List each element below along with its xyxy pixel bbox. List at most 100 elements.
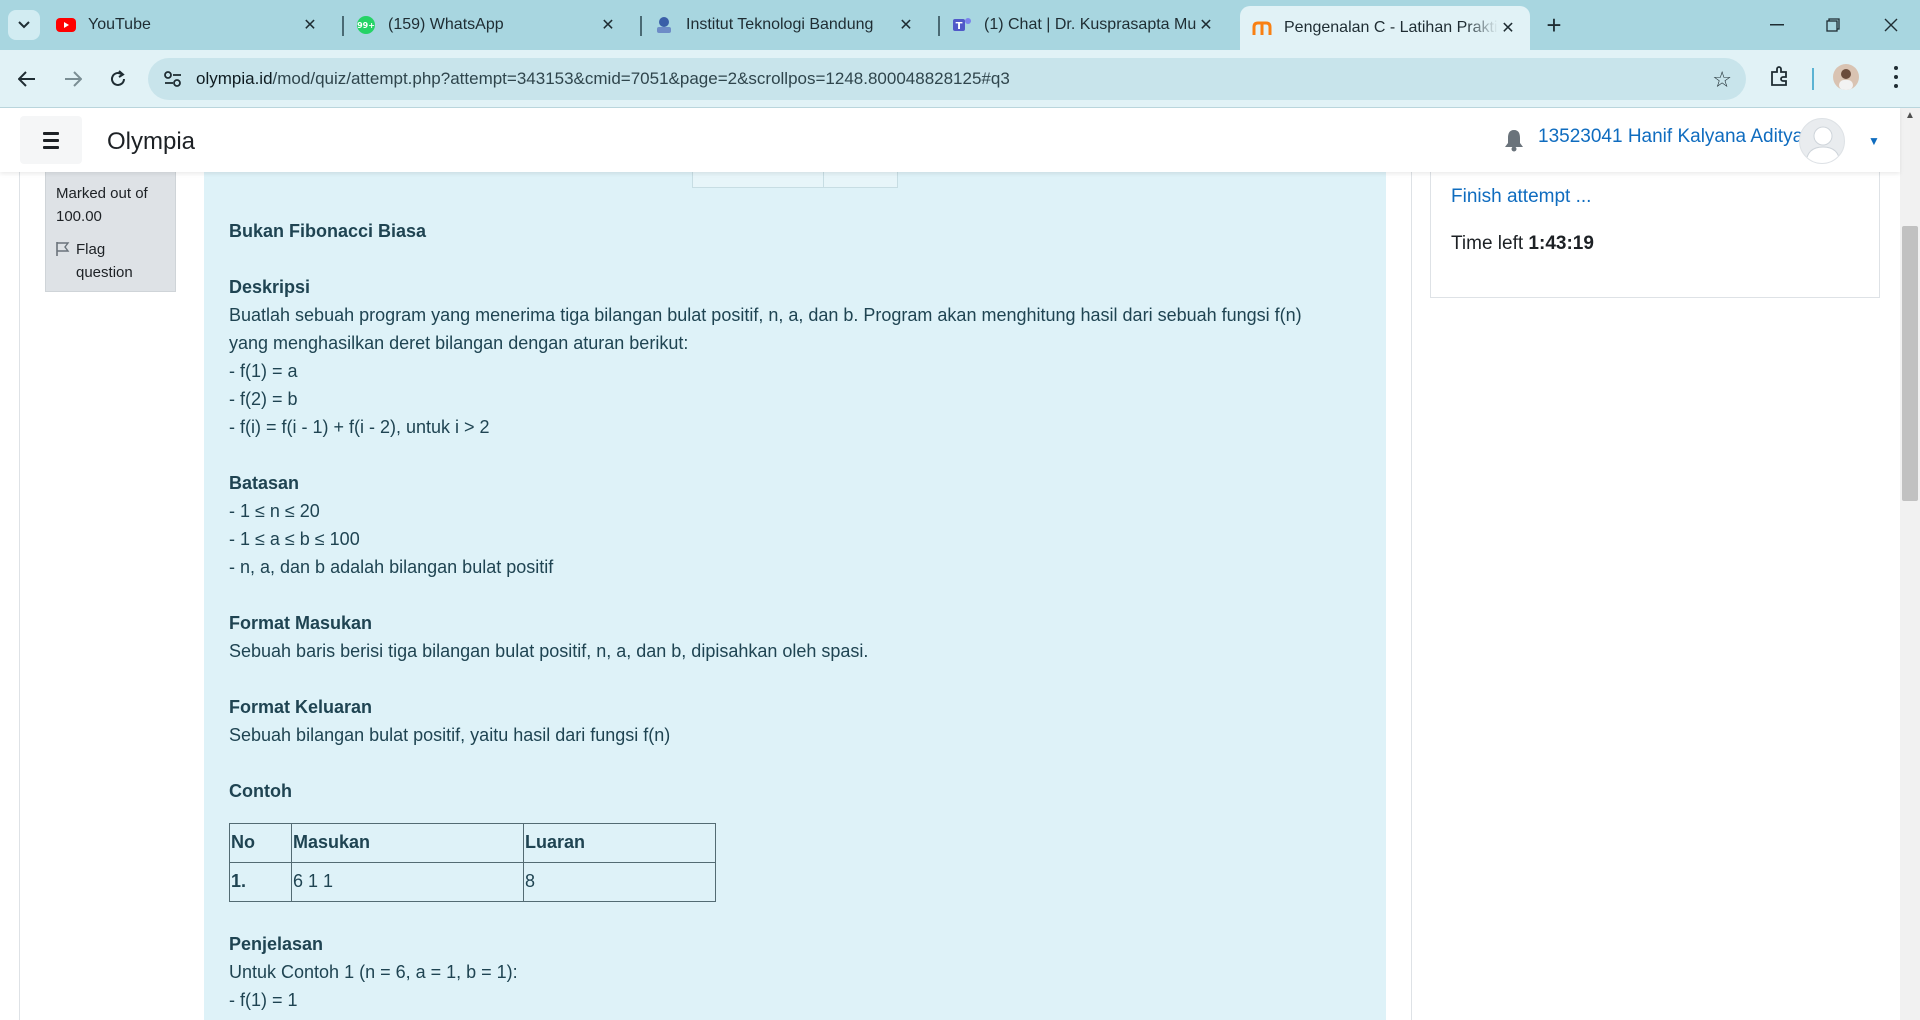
browser-menu-icon[interactable] (1886, 64, 1906, 90)
batasan-line: - 1 ≤ a ≤ b ≤ 100 (229, 529, 360, 549)
url-host: olympia.id (196, 69, 273, 88)
user-menu-caret-icon[interactable]: ▼ (1868, 134, 1880, 148)
arrow-left-icon (18, 71, 35, 87)
close-tab-icon[interactable]: ✕ (598, 15, 618, 35)
table-header: Luaran (523, 823, 716, 863)
close-tab-icon[interactable]: ✕ (896, 15, 916, 35)
tab-strip: YouTube ✕ 99+ (159) WhatsApp ✕ Institut … (0, 0, 1920, 50)
reload-button[interactable] (103, 64, 133, 94)
table-cell: 1. (229, 862, 292, 902)
rule-line: - f(1) = a (229, 361, 298, 381)
drawer-toggle-button[interactable] (20, 116, 82, 164)
bookmark-star-icon[interactable]: ☆ (1712, 67, 1732, 93)
content-border (19, 172, 20, 1020)
question-title: Bukan Fibonacci Biasa (229, 221, 427, 241)
restore-button[interactable] (1818, 12, 1848, 38)
browser-toolbar: olympia.id/mod/quiz/attempt.php?attempt=… (0, 50, 1920, 108)
tab-itb[interactable]: Institut Teknologi Bandung ✕ (654, 8, 928, 42)
format-keluaran-heading: Format Keluaran (229, 697, 373, 717)
tab-search-button[interactable] (8, 10, 40, 40)
time-left-label: Time left (1451, 233, 1524, 254)
deskripsi-heading: Deskripsi (229, 277, 311, 297)
user-avatar[interactable] (1799, 118, 1845, 164)
svg-text:T: T (956, 21, 963, 32)
tab-youtube[interactable]: YouTube ✕ (56, 8, 332, 42)
close-window-button[interactable] (1876, 12, 1906, 38)
question-content: Bukan Fibonacci Biasa Deskripsi Buatlah … (229, 217, 1369, 1014)
profile-avatar[interactable] (1833, 64, 1859, 90)
back-button[interactable] (12, 64, 42, 94)
rule-line: - f(2) = b (229, 389, 298, 409)
chevron-down-icon (18, 21, 30, 29)
flag-icon (56, 242, 70, 256)
question-info: Marked out of 100.00 Flag question (45, 172, 176, 292)
close-tab-icon[interactable]: ✕ (1498, 18, 1518, 38)
site-settings-icon[interactable] (162, 68, 184, 90)
close-icon (1884, 18, 1898, 32)
toolbar-divider (1812, 68, 1814, 90)
user-silhouette-icon (1805, 126, 1841, 163)
minimize-button[interactable] (1762, 12, 1792, 38)
whatsapp-icon: 99+ (356, 15, 376, 35)
tab-title: Institut Teknologi Bandung (686, 16, 874, 33)
tab-title: (159) WhatsApp (388, 16, 504, 33)
flag-label: Flag (76, 241, 106, 258)
penjelasan-heading: Penjelasan (229, 934, 324, 954)
itb-icon (654, 15, 674, 35)
moodle-icon (1252, 18, 1272, 38)
batasan-line: - n, a, dan b adalah bilangan bulat posi… (229, 557, 554, 577)
tab-title: Pengenalan C - Latihan Praktikum (1284, 19, 1498, 36)
url-path: /mod/quiz/attempt.php?attempt=343153&cmi… (272, 69, 1010, 88)
teams-icon: T (952, 15, 972, 35)
user-name[interactable]: 13523041 Hanif Kalyana Aditya (1538, 126, 1803, 148)
forward-button[interactable] (58, 64, 88, 94)
tab-title: YouTube (88, 16, 151, 33)
format-keluaran-text: Sebuah bilangan bulat positif, yaitu has… (229, 725, 671, 745)
new-tab-button[interactable]: + (1540, 12, 1568, 40)
deskripsi-line-2: yang menghasilkan deret bilangan dengan … (229, 333, 689, 353)
right-drawer-border (1411, 172, 1412, 1020)
format-masukan-text: Sebuah baris berisi tiga bilangan bulat … (229, 641, 869, 661)
batasan-line: - 1 ≤ n ≤ 20 (229, 501, 320, 521)
tab-whatsapp[interactable]: 99+ (159) WhatsApp ✕ (356, 8, 630, 42)
finish-attempt-link[interactable]: Finish attempt ... (1451, 186, 1591, 208)
timer: Time left 1:43:19 (1451, 233, 1594, 255)
flag-label-2: question (76, 264, 133, 281)
tab-separator (640, 16, 642, 36)
table-row: 1. 6 1 1 8 (229, 862, 716, 902)
marks-value: 100.00 (56, 208, 102, 225)
tab-pengenalan-c[interactable]: Pengenalan C - Latihan Praktikum ✕ (1240, 6, 1530, 50)
contoh-heading: Contoh (229, 781, 292, 801)
question-text-panel: Bukan Fibonacci Biasa Deskripsi Buatlah … (204, 168, 1386, 1020)
minimize-icon (1770, 24, 1784, 26)
arrow-right-icon (65, 71, 82, 87)
tab-teams-chat[interactable]: T (1) Chat | Dr. Kusprasapta Mutijarsa ✕ (952, 8, 1228, 42)
close-tab-icon[interactable]: ✕ (300, 15, 320, 35)
moodle-page: Olympia 13523041 Hanif Kalyana Aditya ▼ … (0, 108, 1920, 1020)
penjelasan-line: - f(1) = 1 (229, 990, 298, 1010)
svg-text:99+: 99+ (357, 21, 375, 30)
flag-question-toggle[interactable]: Flag question (56, 238, 165, 284)
tab-separator (938, 16, 940, 36)
deskripsi-line-1: Buatlah sebuah program yang menerima tig… (229, 305, 1302, 325)
tab-separator (342, 16, 344, 36)
restore-icon (1826, 18, 1840, 32)
tab-title: (1) Chat | Dr. Kusprasapta Mutijarsa (984, 16, 1196, 33)
example-table: No Masukan Luaran 1. 6 1 1 8 (229, 823, 716, 902)
site-navbar: Olympia 13523041 Hanif Kalyana Aditya ▼ (0, 108, 1900, 172)
site-name[interactable]: Olympia (107, 128, 195, 156)
notification-bell-icon[interactable] (1503, 128, 1525, 152)
address-bar[interactable]: olympia.id/mod/quiz/attempt.php?attempt=… (148, 58, 1746, 100)
scrollbar-thumb[interactable] (1902, 226, 1918, 501)
youtube-icon (56, 15, 76, 35)
reload-icon (111, 70, 125, 86)
format-masukan-heading: Format Masukan (229, 613, 373, 633)
rule-line: - f(i) = f(i - 1) + f(i - 2), untuk i > … (229, 417, 490, 437)
table-header-row: No Masukan Luaran (229, 823, 716, 863)
close-tab-icon[interactable]: ✕ (1196, 15, 1216, 35)
url-text: olympia.id/mod/quiz/attempt.php?attempt=… (196, 69, 1010, 89)
time-left-value: 1:43:19 (1528, 233, 1594, 254)
extensions-puzzle-icon[interactable] (1768, 64, 1792, 88)
batasan-heading: Batasan (229, 473, 300, 493)
scroll-up-arrow-icon[interactable]: ▲ (1905, 110, 1915, 121)
